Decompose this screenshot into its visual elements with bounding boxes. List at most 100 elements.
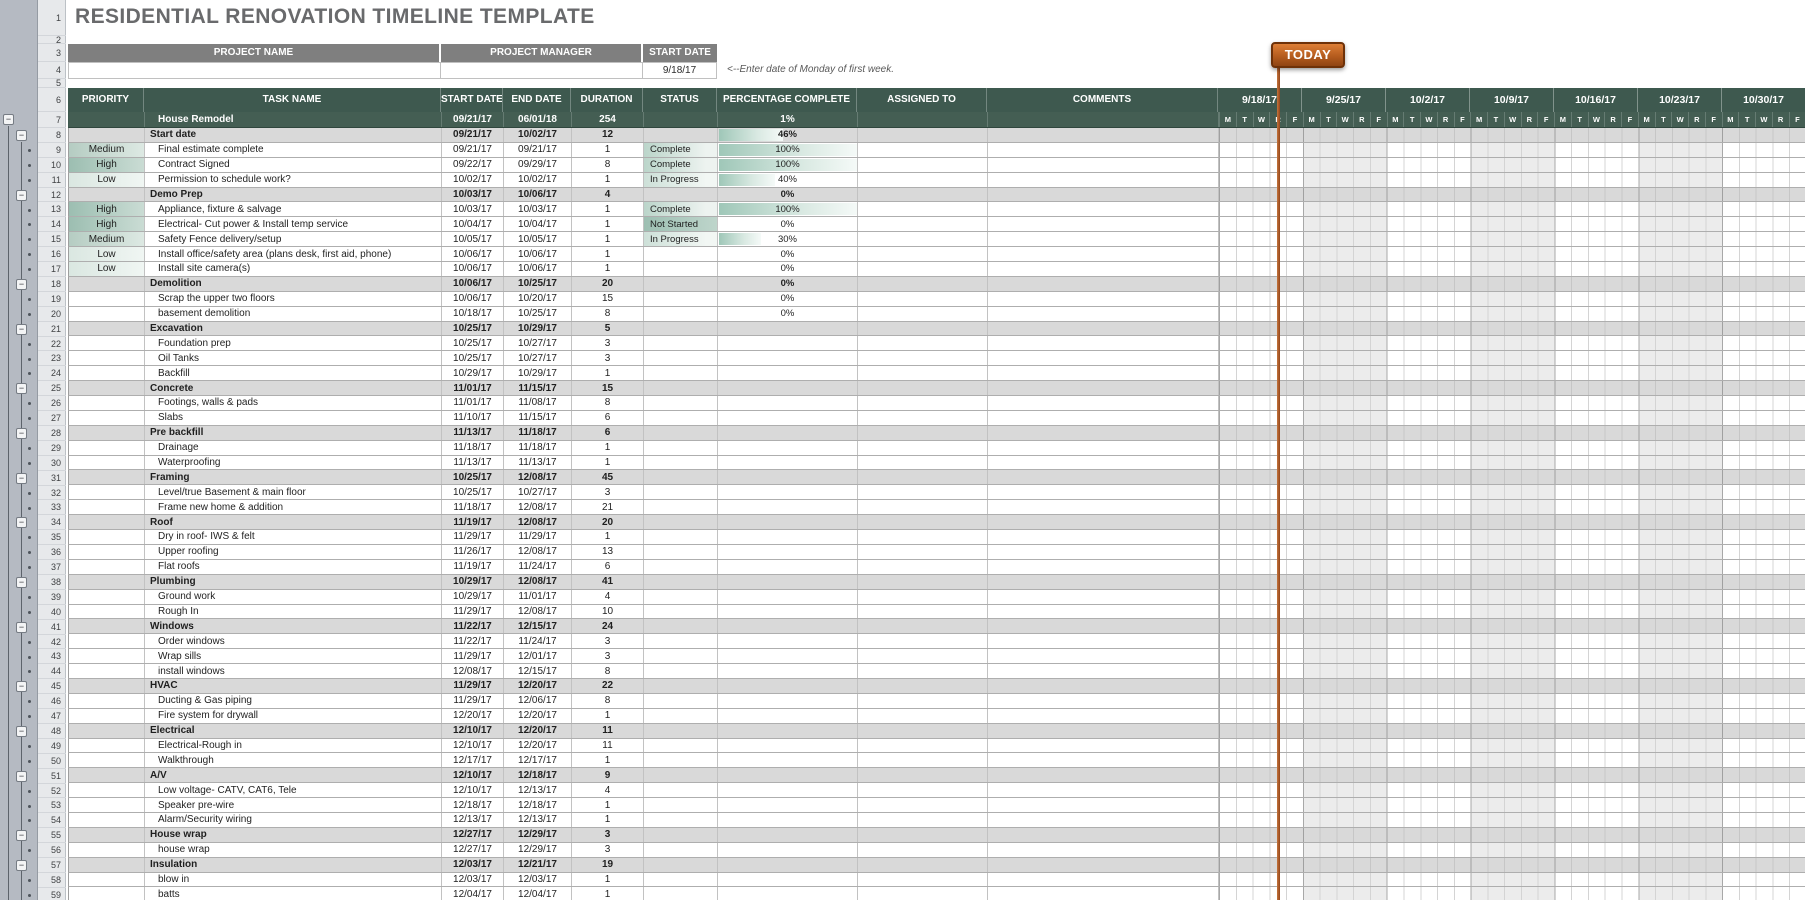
- row-number[interactable]: 52: [38, 784, 66, 799]
- row-number[interactable]: 17: [38, 262, 66, 277]
- cell-percentage-complete[interactable]: [718, 366, 858, 380]
- cell-assigned-to[interactable]: [858, 217, 988, 231]
- cell-assigned-to[interactable]: [858, 560, 988, 574]
- row-number[interactable]: 43: [38, 650, 66, 665]
- cell-end-date[interactable]: 12/20/17: [504, 724, 572, 738]
- cell-task-name[interactable]: Permission to schedule work?: [145, 173, 442, 187]
- cell-task-name[interactable]: Footings, walls & pads: [145, 396, 442, 410]
- row-number[interactable]: 26: [38, 396, 66, 411]
- gantt-row[interactable]: [1219, 381, 1805, 395]
- cell-start-date[interactable]: 12/13/17: [442, 813, 504, 827]
- cell-comments[interactable]: [988, 783, 1219, 797]
- cell-end-date[interactable]: 06/01/18: [504, 112, 572, 127]
- cell-comments[interactable]: [988, 619, 1219, 633]
- cell-start-date[interactable]: 11/19/17: [442, 560, 504, 574]
- row-number[interactable]: 54: [38, 813, 66, 828]
- cell-task-name[interactable]: Order windows: [145, 634, 442, 648]
- cell-assigned-to[interactable]: [858, 188, 988, 202]
- cell-priority[interactable]: [69, 560, 145, 574]
- cell-task-name[interactable]: Slabs: [145, 411, 442, 425]
- cell-duration[interactable]: 3: [572, 649, 644, 663]
- cell-priority[interactable]: Low: [69, 173, 145, 187]
- cell-end-date[interactable]: 12/29/17: [504, 828, 572, 842]
- cell-duration[interactable]: 8: [572, 307, 644, 321]
- cell-task-name[interactable]: Framing: [145, 470, 442, 484]
- cell-start-date[interactable]: 11/19/17: [442, 515, 504, 529]
- gantt-row[interactable]: [1219, 679, 1805, 693]
- gantt-row[interactable]: [1219, 605, 1805, 619]
- gantt-row[interactable]: [1219, 843, 1805, 857]
- cell-duration[interactable]: 8: [572, 396, 644, 410]
- cell-end-date[interactable]: 10/06/17: [504, 247, 572, 261]
- gantt-row[interactable]: [1219, 396, 1805, 410]
- row-number[interactable]: 24: [38, 366, 66, 381]
- row-number[interactable]: 9: [38, 143, 66, 158]
- cell-percentage-complete[interactable]: 30%: [718, 232, 858, 246]
- cell-assigned-to[interactable]: [858, 173, 988, 187]
- week-header[interactable]: 10/23/17: [1637, 88, 1721, 112]
- cell-end-date[interactable]: 12/08/17: [504, 545, 572, 559]
- cell-priority[interactable]: [69, 858, 145, 872]
- row-number[interactable]: 46: [38, 694, 66, 709]
- collapse-group-button[interactable]: −: [16, 830, 27, 841]
- cell-assigned-to[interactable]: [858, 500, 988, 514]
- cell-status[interactable]: [644, 262, 718, 276]
- cell-priority[interactable]: [69, 575, 145, 589]
- row-number[interactable]: 21: [38, 322, 66, 337]
- cell-task-name[interactable]: Foundation prep: [145, 336, 442, 350]
- cell-duration[interactable]: 1: [572, 247, 644, 261]
- cell-percentage-complete[interactable]: [718, 336, 858, 350]
- cell-percentage-complete[interactable]: [718, 724, 858, 738]
- cell-comments[interactable]: [988, 560, 1219, 574]
- cell-duration[interactable]: 6: [572, 560, 644, 574]
- cell-duration[interactable]: 1: [572, 217, 644, 231]
- cell-duration[interactable]: 3: [572, 485, 644, 499]
- row-number[interactable]: 33: [38, 501, 66, 516]
- cell-duration[interactable]: 15: [572, 292, 644, 306]
- gantt-row[interactable]: [1219, 366, 1805, 380]
- cell-task-name[interactable]: Concrete: [145, 381, 442, 395]
- cell-assigned-to[interactable]: [858, 530, 988, 544]
- cell-comments[interactable]: [988, 470, 1219, 484]
- cell-assigned-to[interactable]: [858, 694, 988, 708]
- cell-status[interactable]: [644, 724, 718, 738]
- row-number[interactable]: 19: [38, 292, 66, 307]
- cell-duration[interactable]: 1: [572, 753, 644, 767]
- cell-duration[interactable]: 1: [572, 366, 644, 380]
- collapse-group-button[interactable]: −: [16, 279, 27, 290]
- cell-start-date[interactable]: 11/13/17: [442, 456, 504, 470]
- cell-comments[interactable]: [988, 277, 1219, 291]
- cell-duration[interactable]: 19: [572, 858, 644, 872]
- cell-duration[interactable]: 9: [572, 768, 644, 782]
- gantt-row[interactable]: [1219, 545, 1805, 559]
- cell-comments[interactable]: [988, 634, 1219, 648]
- week-header[interactable]: 10/2/17: [1385, 88, 1469, 112]
- cell-percentage-complete[interactable]: [718, 828, 858, 842]
- cell-start-date[interactable]: 11/18/17: [442, 441, 504, 455]
- cell-comments[interactable]: [988, 887, 1219, 900]
- cell-priority[interactable]: [69, 500, 145, 514]
- cell-percentage-complete[interactable]: [718, 441, 858, 455]
- gantt-row[interactable]: [1219, 470, 1805, 484]
- cell-start-date[interactable]: 12/03/17: [442, 873, 504, 887]
- row-number[interactable]: 25: [38, 381, 66, 396]
- cell-duration[interactable]: 6: [572, 426, 644, 440]
- gantt-row[interactable]: [1219, 441, 1805, 455]
- cell-task-name[interactable]: Windows: [145, 619, 442, 633]
- cell-percentage-complete[interactable]: [718, 590, 858, 604]
- cell-end-date[interactable]: 11/15/17: [504, 381, 572, 395]
- cell-task-name[interactable]: Insulation: [145, 858, 442, 872]
- collapse-group-button[interactable]: −: [16, 860, 27, 871]
- cell-priority[interactable]: [69, 322, 145, 336]
- cell-end-date[interactable]: 11/18/17: [504, 426, 572, 440]
- cell-start-date[interactable]: 09/21/17: [442, 128, 504, 142]
- cell-end-date[interactable]: 12/03/17: [504, 873, 572, 887]
- cell-assigned-to[interactable]: [858, 381, 988, 395]
- cell-end-date[interactable]: 12/04/17: [504, 887, 572, 900]
- cell-status[interactable]: [644, 649, 718, 663]
- column-header-start-date[interactable]: START DATE: [441, 88, 503, 112]
- cell-end-date[interactable]: 12/18/17: [504, 798, 572, 812]
- cell-status[interactable]: Complete: [644, 158, 718, 172]
- cell-comments[interactable]: [988, 679, 1219, 693]
- cell-status[interactable]: [644, 336, 718, 350]
